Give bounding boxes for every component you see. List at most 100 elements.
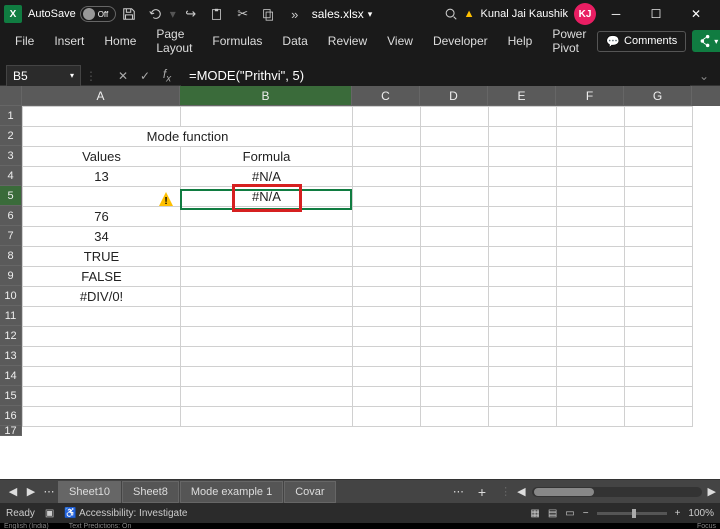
row-header-13[interactable]: 13 xyxy=(0,346,22,366)
sheet-nav-next[interactable]: ▶ xyxy=(22,485,40,498)
col-header-c[interactable]: C xyxy=(352,86,420,106)
accessibility-status[interactable]: ♿ Accessibility: Investigate xyxy=(64,508,187,519)
filename[interactable]: sales.xlsx▾ xyxy=(312,7,373,21)
spreadsheet-grid[interactable]: A B C D E F G 1 2 3 4 5 6 7 8 9 10 11 12… xyxy=(0,86,720,479)
scroll-right-icon[interactable]: ▶ xyxy=(708,485,716,498)
cell-b3[interactable]: Formula xyxy=(181,147,353,167)
ribbon-tabs: File Insert Home Page Layout Formulas Da… xyxy=(0,28,720,54)
select-all-corner[interactable] xyxy=(0,86,22,106)
col-header-b[interactable]: B xyxy=(180,86,352,106)
tab-power-pivot[interactable]: Power Pivot xyxy=(543,23,595,59)
row-header-2[interactable]: 2 xyxy=(0,126,22,146)
row-header-6[interactable]: 6 xyxy=(0,206,22,226)
cell-a7[interactable]: 34 xyxy=(23,227,181,247)
zoom-level[interactable]: 100% xyxy=(688,508,714,519)
scroll-left-icon[interactable]: ◀ xyxy=(517,485,525,498)
tab-data[interactable]: Data xyxy=(273,30,316,52)
sheet-more-icon[interactable]: ⋯ xyxy=(453,485,464,498)
tab-formulas[interactable]: Formulas xyxy=(203,30,271,52)
tab-page-layout[interactable]: Page Layout xyxy=(147,23,201,59)
sheet-tab-mode-example-1[interactable]: Mode example 1 xyxy=(180,481,283,503)
tab-help[interactable]: Help xyxy=(499,30,542,52)
tab-developer[interactable]: Developer xyxy=(424,30,497,52)
row-headers: 1 2 3 4 5 6 7 8 9 10 11 12 13 14 15 16 1… xyxy=(0,106,22,436)
row-header-16[interactable]: 16 xyxy=(0,406,22,426)
row-header-7[interactable]: 7 xyxy=(0,226,22,246)
col-header-e[interactable]: E xyxy=(488,86,556,106)
view-normal-icon[interactable]: ▦ xyxy=(530,508,539,519)
row-header-12[interactable]: 12 xyxy=(0,326,22,346)
paste-icon[interactable] xyxy=(204,1,230,27)
cell-b8[interactable] xyxy=(181,247,353,267)
add-sheet-button[interactable]: + xyxy=(470,484,494,500)
tab-view[interactable]: View xyxy=(378,30,422,52)
cell-a6[interactable]: 76 xyxy=(23,207,181,227)
col-header-g[interactable]: G xyxy=(624,86,692,106)
row-header-8[interactable]: 8 xyxy=(0,246,22,266)
row-header-9[interactable]: 9 xyxy=(0,266,22,286)
expand-formula-bar-icon[interactable]: ⌄ xyxy=(694,69,714,83)
cell-a4[interactable]: 13 xyxy=(23,167,181,187)
col-header-a[interactable]: A xyxy=(22,86,180,106)
cut-icon[interactable]: ✂ xyxy=(230,1,256,27)
view-page-layout-icon[interactable]: ▤ xyxy=(548,508,557,519)
zoom-out-button[interactable]: − xyxy=(583,508,589,519)
macro-record-icon[interactable]: ▣ xyxy=(45,508,54,519)
cell-a8[interactable]: TRUE xyxy=(23,247,181,267)
cell-b4[interactable]: #N/A xyxy=(181,167,353,187)
row-header-3[interactable]: 3 xyxy=(0,146,22,166)
save-icon[interactable] xyxy=(116,1,142,27)
sheet-tab-sheet8[interactable]: Sheet8 xyxy=(122,481,179,503)
sheet-nav-more[interactable]: ⋯ xyxy=(40,485,58,498)
cell-b7[interactable] xyxy=(181,227,353,247)
cells-table[interactable]: Mode function ValuesFormula 13#N/A #N/A … xyxy=(22,106,693,427)
sheet-nav-prev[interactable]: ◀ xyxy=(4,485,22,498)
cell-a5[interactable] xyxy=(23,187,181,207)
row-header-15[interactable]: 15 xyxy=(0,386,22,406)
cell-a10[interactable]: #DIV/0! xyxy=(23,287,181,307)
row-header-4[interactable]: 4 xyxy=(0,166,22,186)
tab-file[interactable]: File xyxy=(6,30,43,52)
cell-b10[interactable] xyxy=(181,287,353,307)
horizontal-scrollbar[interactable] xyxy=(532,487,702,497)
cell-b6[interactable] xyxy=(181,207,353,227)
copy-icon[interactable] xyxy=(256,1,282,27)
row-header-5[interactable]: 5 xyxy=(0,186,22,206)
close-button[interactable]: ✕ xyxy=(676,0,716,28)
cancel-formula-icon[interactable]: ✕ xyxy=(113,66,133,86)
minimize-button[interactable]: ─ xyxy=(596,0,636,28)
row-header-10[interactable]: 10 xyxy=(0,286,22,306)
warning-triangle-icon: ▲ xyxy=(464,8,475,20)
col-header-d[interactable]: D xyxy=(420,86,488,106)
search-icon[interactable] xyxy=(438,1,464,27)
cell-a3[interactable]: Values xyxy=(23,147,181,167)
sheet-tab-sheet10[interactable]: Sheet10 xyxy=(58,481,121,503)
tab-insert[interactable]: Insert xyxy=(45,30,93,52)
row-header-1[interactable]: 1 xyxy=(0,106,22,126)
zoom-slider[interactable] xyxy=(597,512,667,515)
fx-icon[interactable]: fx xyxy=(157,66,177,86)
name-box[interactable]: B5▾ xyxy=(6,65,81,87)
comments-button[interactable]: 💬 Comments xyxy=(597,31,686,52)
row-header-11[interactable]: 11 xyxy=(0,306,22,326)
share-button[interactable]: ▾ xyxy=(692,30,720,52)
avatar[interactable]: KJ xyxy=(574,3,596,25)
maximize-button[interactable]: ☐ xyxy=(636,0,676,28)
cell-b9[interactable] xyxy=(181,267,353,287)
formula-input[interactable] xyxy=(181,65,690,87)
status-ready: Ready xyxy=(6,508,35,519)
cell-a9[interactable]: FALSE xyxy=(23,267,181,287)
more-qat-icon[interactable]: » xyxy=(282,1,308,27)
zoom-in-button[interactable]: + xyxy=(675,508,681,519)
enter-formula-icon[interactable]: ✓ xyxy=(135,66,155,86)
row-header-17[interactable]: 17 xyxy=(0,426,22,436)
tab-review[interactable]: Review xyxy=(319,30,376,52)
col-header-f[interactable]: F xyxy=(556,86,624,106)
autosave-toggle[interactable]: Off xyxy=(80,6,116,22)
row-header-14[interactable]: 14 xyxy=(0,366,22,386)
cell-title[interactable]: Mode function xyxy=(23,127,353,147)
tab-home[interactable]: Home xyxy=(95,30,145,52)
view-page-break-icon[interactable]: ▭ xyxy=(565,508,574,519)
sheet-tab-covar[interactable]: Covar xyxy=(284,481,335,503)
cell-b5[interactable]: #N/A xyxy=(181,187,353,207)
